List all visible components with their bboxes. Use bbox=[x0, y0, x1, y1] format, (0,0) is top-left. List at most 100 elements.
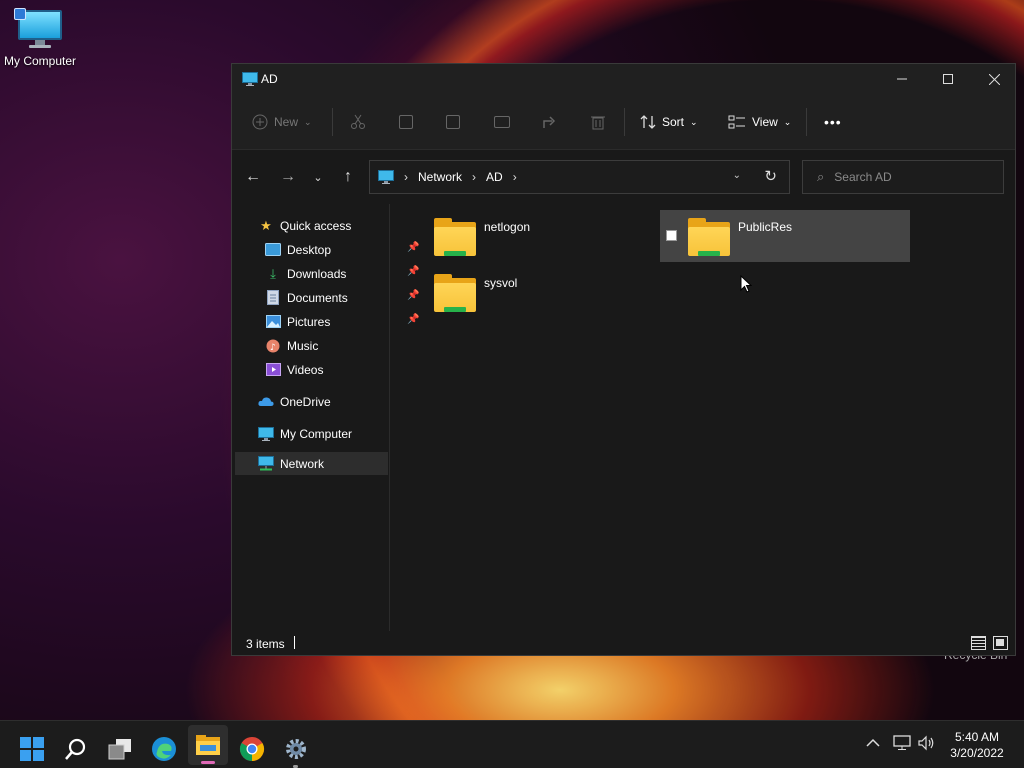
network-folder-icon bbox=[688, 218, 730, 256]
folder-name: sysvol bbox=[484, 276, 518, 290]
folder-name: netlogon bbox=[484, 220, 531, 234]
folder-name: PublicRes bbox=[738, 220, 793, 234]
nav-item-onedrive[interactable]: OneDrive bbox=[258, 390, 331, 413]
view-button[interactable]: View ⌄ bbox=[728, 110, 791, 134]
task-view-icon bbox=[108, 739, 131, 760]
title-bar[interactable]: AD bbox=[232, 64, 1015, 94]
nav-item-label: OneDrive bbox=[280, 394, 331, 409]
search-box[interactable]: ⌕ bbox=[802, 160, 1004, 194]
nav-item-label: Downloads bbox=[287, 266, 347, 281]
breadcrumb-separator: › bbox=[404, 170, 408, 184]
breadcrumb-separator[interactable]: › bbox=[472, 170, 476, 184]
delete-button[interactable] bbox=[590, 110, 606, 134]
breadcrumb-ad[interactable]: AD bbox=[486, 170, 503, 184]
search-icon: ⌕ bbox=[817, 169, 825, 184]
speaker-icon bbox=[918, 735, 934, 751]
search-button[interactable] bbox=[56, 729, 96, 768]
nav-item-label: My Computer bbox=[280, 426, 353, 441]
network-monitor-icon bbox=[893, 735, 911, 750]
paste-button[interactable] bbox=[446, 110, 460, 134]
forward-button[interactable]: → bbox=[275, 164, 301, 190]
mouse-pointer-icon bbox=[740, 275, 752, 293]
back-button[interactable]: ← bbox=[240, 164, 266, 190]
nav-item-videos[interactable]: Videos bbox=[265, 358, 323, 381]
nav-item-desktop[interactable]: Desktop 📌 bbox=[265, 238, 419, 261]
desktop-icon-my-computer[interactable]: My Computer bbox=[2, 8, 78, 68]
chevron-down-icon: ⌄ bbox=[783, 116, 792, 127]
download-icon: ⤓ bbox=[270, 265, 276, 281]
sort-button[interactable]: Sort ⌄ bbox=[640, 110, 698, 134]
address-history-dropdown[interactable]: ⌄ bbox=[733, 170, 741, 181]
trash-icon bbox=[591, 116, 605, 130]
close-button[interactable] bbox=[971, 64, 1017, 94]
breadcrumb-separator[interactable]: › bbox=[513, 170, 517, 184]
cut-button[interactable] bbox=[350, 110, 366, 134]
nav-item-documents[interactable]: Documents 📌 bbox=[265, 286, 419, 309]
arrow-up-icon: ↑ bbox=[344, 168, 352, 185]
minimize-icon bbox=[897, 78, 907, 80]
music-icon: ♪ bbox=[265, 338, 281, 354]
desktop-icon-label: My Computer bbox=[3, 54, 77, 68]
maximize-button[interactable] bbox=[925, 64, 971, 94]
breadcrumb-network[interactable]: Network bbox=[418, 170, 462, 184]
nav-item-pictures[interactable]: Pictures 📌 bbox=[265, 310, 419, 333]
network-icon bbox=[258, 456, 274, 472]
search-input[interactable] bbox=[834, 170, 985, 184]
rename-button[interactable] bbox=[494, 110, 510, 134]
nav-item-quick-access[interactable]: ★ Quick access bbox=[258, 214, 351, 237]
folder-icon bbox=[196, 735, 220, 755]
view-list-icon bbox=[728, 115, 745, 129]
more-options-button[interactable]: ••• bbox=[824, 110, 842, 134]
status-divider bbox=[294, 636, 295, 649]
refresh-button[interactable]: ↻ bbox=[764, 167, 777, 185]
chevron-down-icon: ⌄ bbox=[313, 171, 323, 184]
settings-button[interactable] bbox=[276, 729, 316, 768]
volume-button[interactable] bbox=[918, 735, 936, 754]
nav-item-music[interactable]: ♪ Music bbox=[265, 334, 318, 357]
network-status-button[interactable] bbox=[893, 735, 911, 754]
scissors-icon bbox=[351, 114, 365, 129]
up-button[interactable]: ↑ bbox=[335, 164, 361, 190]
minimize-button[interactable] bbox=[879, 64, 925, 94]
recent-locations-button[interactable]: ⌄ bbox=[305, 164, 331, 190]
show-hidden-icons-button[interactable] bbox=[866, 735, 880, 751]
maximize-icon bbox=[943, 74, 953, 84]
details-view-button[interactable] bbox=[971, 636, 986, 650]
nav-item-label: Videos bbox=[287, 362, 324, 377]
computer-icon bbox=[14, 8, 62, 48]
folder-item[interactable]: sysvol bbox=[406, 266, 656, 318]
edge-button[interactable] bbox=[144, 729, 184, 768]
start-button[interactable] bbox=[12, 729, 52, 768]
copy-button[interactable] bbox=[399, 110, 413, 134]
chevron-up-icon bbox=[866, 738, 880, 747]
nav-item-label: Network bbox=[280, 456, 325, 471]
file-explorer-button[interactable] bbox=[188, 725, 228, 765]
large-icons-view-button[interactable] bbox=[993, 636, 1008, 650]
toolbar-divider bbox=[624, 108, 625, 136]
clock-date: 3/20/2022 bbox=[950, 746, 1004, 760]
network-folder-icon bbox=[434, 274, 476, 312]
nav-item-downloads[interactable]: ⤓ Downloads 📌 bbox=[265, 262, 419, 285]
new-button[interactable]: New ⌄ bbox=[252, 110, 312, 134]
new-label: New bbox=[274, 115, 299, 129]
search-icon bbox=[65, 738, 86, 760]
command-bar: New ⌄ Sort ⌄ View ⌄ ••• bbox=[232, 94, 1015, 150]
folder-item-selected[interactable]: PublicRes bbox=[660, 210, 910, 262]
nav-item-network[interactable]: Network bbox=[235, 452, 388, 475]
task-view-button[interactable] bbox=[100, 729, 140, 768]
computer-icon bbox=[242, 72, 258, 86]
plus-circle-icon bbox=[252, 114, 268, 130]
selection-checkbox[interactable] bbox=[666, 230, 677, 241]
computer-icon bbox=[258, 426, 274, 442]
folder-item[interactable]: netlogon bbox=[406, 210, 656, 262]
nav-item-my-computer[interactable]: My Computer bbox=[258, 422, 352, 445]
clock-time: 5:40 AM bbox=[954, 730, 1000, 744]
nav-item-label: Quick access bbox=[280, 218, 352, 233]
windows-logo-icon bbox=[20, 737, 44, 761]
chrome-button[interactable] bbox=[232, 729, 272, 768]
clock[interactable]: 5:40 AM 3/20/2022 bbox=[944, 729, 1010, 761]
more-icon: ••• bbox=[824, 114, 842, 130]
share-button[interactable] bbox=[542, 110, 558, 134]
edge-icon bbox=[152, 737, 176, 761]
address-bar[interactable]: › Network › AD › ⌄ ↻ bbox=[369, 160, 790, 194]
